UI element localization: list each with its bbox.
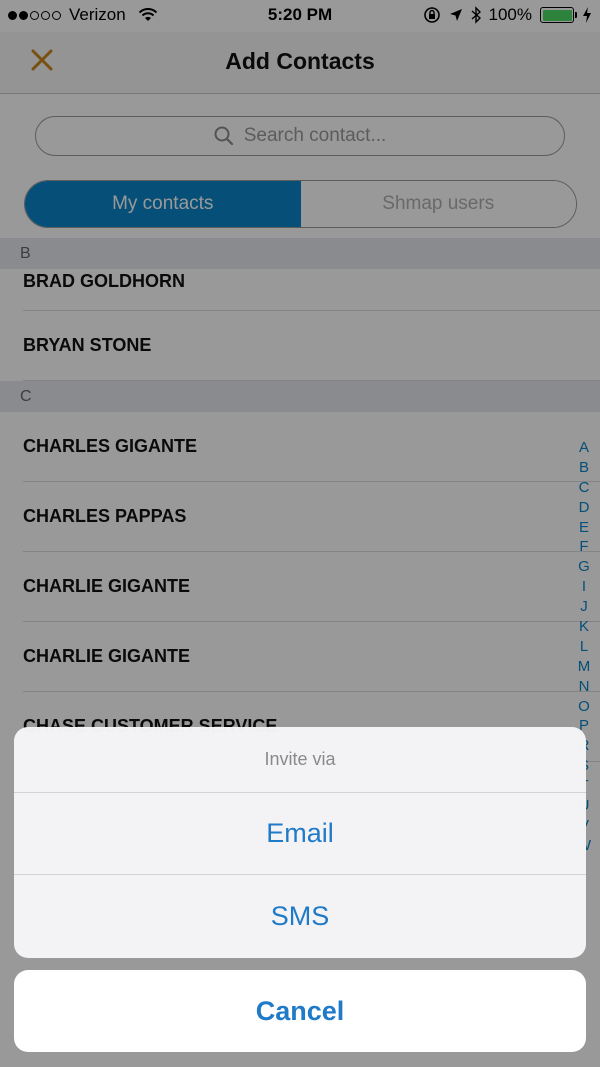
sms-button[interactable]: SMS [14,875,586,957]
cancel-button[interactable]: Cancel [14,970,586,1052]
invite-action-sheet: Invite via Email SMS [14,727,586,958]
sheet-title: Invite via [14,727,586,793]
email-button[interactable]: Email [14,793,586,875]
